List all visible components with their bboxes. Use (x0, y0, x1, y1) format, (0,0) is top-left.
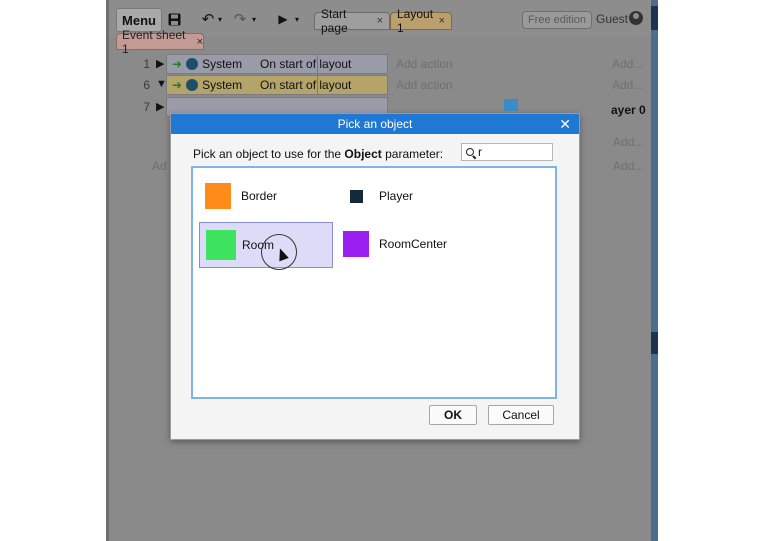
play-icon[interactable]: ▶ (276, 8, 290, 30)
add-link[interactable]: Add... (613, 159, 644, 173)
add-action-link[interactable]: Add action (396, 57, 453, 71)
tab-label: Event sheet 1 (122, 27, 186, 56)
close-icon[interactable]: ✕ (559, 116, 571, 132)
object-swatch (206, 230, 236, 260)
trigger-arrow-icon: ➜ (172, 57, 183, 71)
object-name: System (202, 78, 243, 92)
pick-object-dialog: Pick an object ✕ Pick an object to use f… (170, 113, 580, 440)
close-icon[interactable]: × (439, 15, 445, 27)
object-swatch (205, 183, 231, 209)
object-item-player[interactable]: Player (343, 174, 493, 218)
event-row[interactable]: 6 ▼ ➜ System On start of layout Add acti… (106, 75, 658, 96)
undo-dropdown-icon[interactable]: ▾ (217, 8, 223, 30)
cancel-button[interactable]: Cancel (488, 405, 554, 425)
undo-icon[interactable]: ↶ (198, 8, 218, 30)
tab-label: Layout 1 (397, 7, 434, 35)
add-link[interactable]: Add... (613, 135, 644, 149)
close-icon[interactable]: × (197, 36, 203, 48)
expand-arrow-icon[interactable]: ▶ (156, 100, 164, 113)
window-right-edge (651, 0, 658, 541)
event-number: 6 (143, 78, 150, 92)
dialog-title-bar: Pick an object ✕ (171, 114, 579, 134)
dialog-title: Pick an object (337, 117, 413, 131)
search-icon (466, 147, 475, 157)
object-item-roomcenter[interactable]: RoomCenter (343, 222, 513, 266)
object-swatch (350, 189, 363, 203)
prompt-parameter: Object (344, 147, 382, 161)
object-list[interactable]: Border Player Room RoomCenter (191, 166, 557, 399)
dialog-prompt: Pick an object to use for the Object par… (193, 147, 443, 161)
redo-icon[interactable]: ↷ (230, 8, 250, 30)
add-link[interactable]: Add... (612, 78, 643, 92)
condition-object: ➜ System (172, 78, 242, 92)
gear-icon (186, 79, 199, 91)
expand-arrow-icon[interactable]: ▶ (156, 57, 164, 70)
tab-start-page[interactable]: Start page × (314, 7, 390, 35)
tab-event-sheet-1[interactable]: Event sheet 1 × (116, 28, 204, 56)
search-input[interactable] (478, 145, 544, 159)
add-event-link[interactable]: Ad (152, 159, 167, 173)
ok-button[interactable]: OK (429, 405, 477, 425)
tab-layout-1[interactable]: Layout 1 × (390, 7, 452, 35)
object-label: Player (379, 189, 414, 203)
object-item-border[interactable]: Border (205, 174, 339, 218)
condition-object: ➜ System (172, 57, 242, 71)
gear-icon (186, 58, 199, 70)
event-number: 1 (143, 57, 150, 71)
object-label: Border (241, 189, 278, 203)
add-action-link[interactable]: Add action (396, 78, 453, 92)
free-edition-badge[interactable]: Free edition (522, 11, 592, 29)
user-icon[interactable] (629, 11, 643, 25)
redo-dropdown-icon[interactable]: ▾ (251, 8, 257, 30)
trigger-arrow-icon: ➜ (172, 78, 183, 92)
object-name: System (202, 57, 243, 71)
search-field[interactable] (461, 143, 553, 161)
user-name-label: Guest (596, 12, 629, 26)
object-label: RoomCenter (379, 237, 448, 251)
add-link[interactable]: Add... (612, 57, 643, 71)
object-swatch (343, 231, 369, 257)
close-icon[interactable]: × (377, 15, 383, 27)
event-number: 7 (143, 100, 150, 114)
sprite-swatch (504, 99, 518, 111)
prompt-text: Pick an object to use for the (193, 147, 345, 161)
play-dropdown-icon[interactable]: ▾ (294, 8, 300, 30)
window-edge (106, 0, 109, 541)
condition-text: On start of layout (260, 78, 352, 92)
event-row[interactable]: 1 ▶ ➜ System On start of layout Add acti… (106, 54, 658, 75)
condition-text: On start of layout (260, 57, 352, 71)
partial-text: ayer 0 (611, 103, 646, 117)
tab-label: Start page (321, 7, 348, 35)
prompt-text-end: parameter: (381, 147, 444, 161)
